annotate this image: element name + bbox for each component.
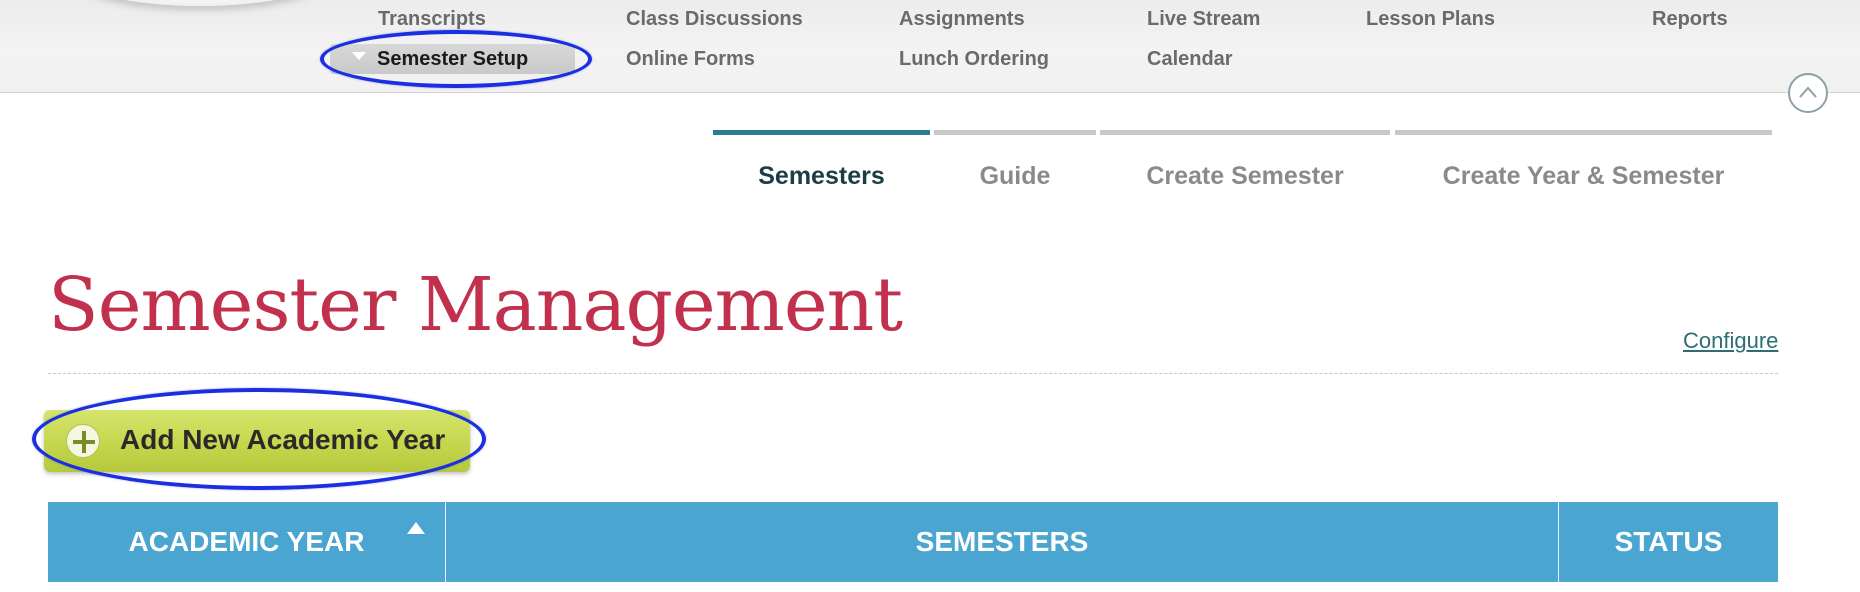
nav-semester-setup[interactable]: Semester Setup bbox=[330, 44, 575, 74]
tab-create-semester[interactable]: Create Semester bbox=[1100, 130, 1390, 200]
nav-reports[interactable]: Reports bbox=[1652, 8, 1728, 31]
dropdown-triangle-icon bbox=[352, 52, 366, 60]
sort-ascending-icon bbox=[407, 522, 425, 534]
column-header-semesters-label: SEMESTERS bbox=[915, 526, 1089, 557]
table-header: ACADEMIC YEAR SEMESTERS STATUS bbox=[48, 502, 1778, 582]
nav-transcripts[interactable]: Transcripts bbox=[378, 8, 486, 31]
divider bbox=[48, 373, 1778, 374]
top-navigation: Transcripts Class Discussions Assignment… bbox=[0, 0, 1860, 93]
column-header-status[interactable]: STATUS bbox=[1558, 502, 1778, 582]
add-academic-year-label: Add New Academic Year bbox=[120, 424, 446, 455]
chevron-up-icon bbox=[1799, 86, 1817, 98]
page-title: Semester Management bbox=[48, 262, 903, 348]
tab-semesters[interactable]: Semesters bbox=[713, 130, 930, 200]
tab-guide-label: Guide bbox=[979, 162, 1051, 190]
configure-link[interactable]: Configure bbox=[1683, 328, 1778, 354]
column-header-semesters[interactable]: SEMESTERS bbox=[445, 502, 1558, 582]
nav-online-forms[interactable]: Online Forms bbox=[626, 48, 755, 71]
nav-semester-setup-label: Semester Setup bbox=[377, 48, 529, 70]
plus-icon bbox=[66, 424, 100, 458]
column-header-academic-year-label: ACADEMIC YEAR bbox=[128, 526, 365, 557]
collapse-nav-button[interactable] bbox=[1788, 73, 1828, 113]
tab-create-year-semester-label: Create Year & Semester bbox=[1442, 162, 1725, 190]
nav-assignments[interactable]: Assignments bbox=[899, 8, 1025, 31]
column-header-status-label: STATUS bbox=[1614, 526, 1723, 557]
tab-semesters-label: Semesters bbox=[758, 162, 885, 190]
nav-lesson-plans[interactable]: Lesson Plans bbox=[1366, 8, 1495, 31]
tab-create-semester-label: Create Semester bbox=[1146, 162, 1344, 190]
nav-lunch-ordering[interactable]: Lunch Ordering bbox=[899, 48, 1049, 71]
logo-area bbox=[70, 0, 330, 6]
column-header-academic-year[interactable]: ACADEMIC YEAR bbox=[48, 502, 445, 582]
nav-live-stream[interactable]: Live Stream bbox=[1147, 8, 1260, 31]
tab-guide[interactable]: Guide bbox=[934, 130, 1096, 200]
tab-create-year-semester[interactable]: Create Year & Semester bbox=[1395, 130, 1772, 200]
nav-calendar[interactable]: Calendar bbox=[1147, 48, 1233, 71]
add-academic-year-button[interactable]: Add New Academic Year bbox=[44, 410, 470, 472]
nav-class-discussions[interactable]: Class Discussions bbox=[626, 8, 803, 31]
